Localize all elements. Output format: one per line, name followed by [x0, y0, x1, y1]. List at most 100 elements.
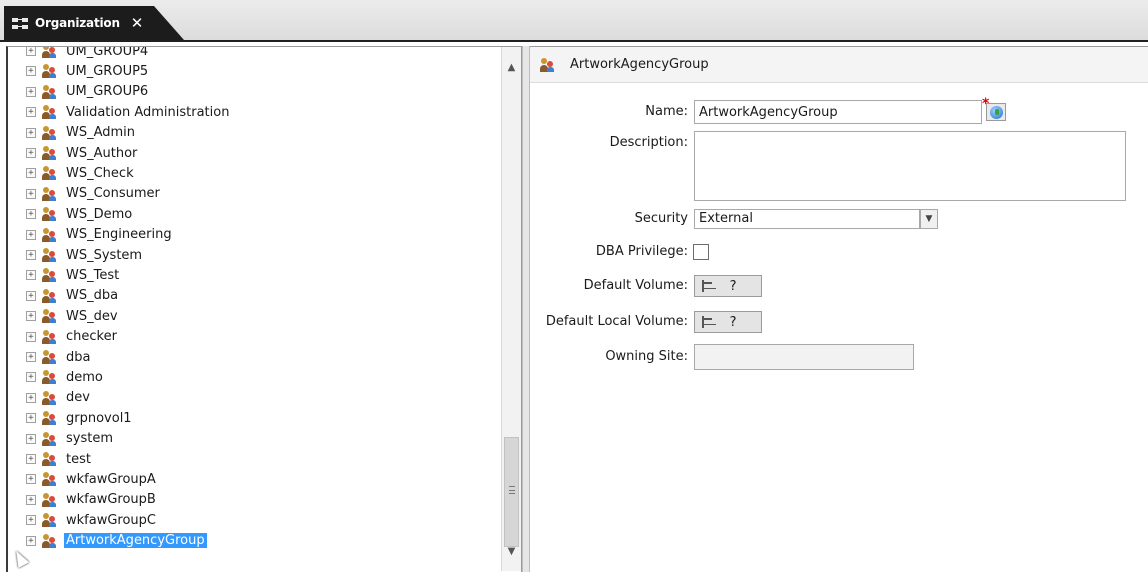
default-local-volume-label: Default Local Volume:	[545, 314, 688, 329]
tree-item[interactable]: + UM_GROUP5	[26, 61, 150, 81]
expand-icon[interactable]: +	[26, 494, 36, 505]
name-input[interactable]	[694, 100, 982, 124]
expand-icon[interactable]: +	[26, 474, 36, 485]
expand-icon[interactable]: +	[26, 209, 36, 220]
group-icon	[42, 64, 56, 79]
tree-item[interactable]: + WS_Author	[26, 143, 139, 163]
tree-item[interactable]: + ArtworkAgencyGroup	[26, 531, 207, 551]
default-volume-button[interactable]: ?	[694, 275, 762, 297]
form-title: ArtworkAgencyGroup	[570, 57, 709, 72]
expand-icon[interactable]: +	[26, 311, 36, 322]
expand-icon[interactable]: +	[26, 127, 36, 138]
group-icon	[42, 513, 56, 528]
tree-item[interactable]: + wkfawGroupC	[26, 510, 158, 530]
tree-item-label: WS_Test	[66, 267, 120, 283]
tree-item[interactable]: + WS_Engineering	[26, 225, 174, 245]
group-icon	[42, 350, 56, 364]
dba-privilege-checkbox[interactable]	[693, 244, 709, 260]
group-icon	[540, 57, 554, 72]
tree-item[interactable]: + test	[26, 449, 93, 469]
group-icon	[42, 431, 56, 446]
scroll-down-arrow[interactable]: ▼	[502, 543, 521, 561]
tree-item-label: ArtworkAgencyGroup	[64, 533, 207, 549]
group-icon	[42, 452, 56, 466]
tree-item[interactable]: + UM_GROUP4	[26, 47, 150, 61]
expand-icon[interactable]: +	[26, 413, 36, 424]
group-icon	[42, 186, 56, 201]
expand-icon[interactable]: +	[26, 352, 36, 362]
tree-item[interactable]: + demo	[26, 367, 105, 387]
tree-item[interactable]: + WS_dba	[26, 286, 120, 306]
expand-icon[interactable]: +	[26, 270, 36, 281]
description-textarea[interactable]	[694, 131, 1126, 201]
tree-item[interactable]: + WS_System	[26, 245, 144, 265]
tab-organization[interactable]: Organization ✕	[4, 6, 184, 40]
globe-icon	[990, 106, 1003, 119]
description-label: Description:	[609, 135, 688, 150]
group-icon	[42, 268, 56, 283]
dba-privilege-label: DBA Privilege:	[595, 244, 688, 259]
close-icon[interactable]: ✕	[131, 14, 144, 32]
default-local-volume-button[interactable]: ?	[694, 311, 762, 333]
tree-item-label: UM_GROUP5	[66, 63, 149, 79]
expand-icon[interactable]: +	[26, 433, 36, 444]
tree-item-label: dev	[66, 390, 90, 406]
expand-icon[interactable]: +	[26, 515, 36, 526]
expand-icon[interactable]: +	[26, 229, 36, 240]
expand-icon[interactable]: +	[26, 290, 36, 301]
expand-icon[interactable]: +	[26, 372, 36, 383]
scroll-up-arrow[interactable]: ▲	[502, 59, 521, 77]
expand-icon[interactable]: +	[26, 148, 36, 158]
security-select[interactable]: External	[694, 209, 920, 229]
expand-icon[interactable]: +	[26, 47, 36, 56]
tree-item-label: WS_dba	[66, 288, 119, 304]
name-label: Name:	[645, 104, 688, 119]
tree-item[interactable]: + dba	[26, 347, 92, 367]
tree-item[interactable]: + WS_Demo	[26, 204, 134, 224]
tree-item[interactable]: + Validation Administration	[26, 102, 231, 122]
expand-icon[interactable]: +	[26, 168, 36, 179]
tree-item-label: WS_Consumer	[66, 186, 160, 202]
expand-icon[interactable]: +	[26, 392, 36, 403]
tree-item[interactable]: + WS_dev	[26, 306, 120, 326]
tree-item-label: demo	[66, 369, 103, 385]
pane-splitter[interactable]	[522, 46, 530, 572]
tab-title: Organization	[35, 16, 120, 30]
scroll-thumb[interactable]	[504, 437, 519, 547]
group-icon	[42, 207, 56, 222]
tree-item[interactable]: + system	[26, 429, 115, 449]
expand-icon[interactable]: +	[26, 107, 36, 118]
expand-icon[interactable]: +	[26, 454, 36, 464]
expand-icon[interactable]: +	[26, 250, 36, 260]
group-icon	[42, 125, 56, 140]
tree-item-label: WS_Demo	[66, 206, 133, 222]
expand-icon[interactable]: +	[26, 331, 36, 342]
group-icon	[42, 329, 56, 344]
localize-button[interactable]	[986, 103, 1006, 121]
tree-item-label: WS_Check	[66, 165, 134, 181]
group-icon	[42, 84, 56, 99]
tree-item[interactable]: + WS_Consumer	[26, 184, 162, 204]
tree-item[interactable]: + grpnovol1	[26, 408, 134, 428]
tree-item[interactable]: + WS_Admin	[26, 123, 137, 143]
tree-item[interactable]: + wkfawGroupB	[26, 490, 158, 510]
tree-item[interactable]: + WS_Check	[26, 163, 136, 183]
group-icon	[42, 370, 56, 385]
expand-icon[interactable]: +	[26, 535, 36, 546]
group-icon	[42, 533, 56, 548]
default-volume-label: Default Volume:	[583, 278, 688, 293]
tree-item[interactable]: + checker	[26, 327, 119, 347]
tree-item-label: UM_GROUP4	[66, 47, 149, 59]
tree-scrollbar[interactable]: ▲ ▼	[501, 47, 521, 571]
tree-item[interactable]: + WS_Test	[26, 265, 121, 285]
group-icon	[42, 47, 56, 58]
security-dropdown-button[interactable]: ▼	[920, 209, 938, 229]
group-tree-pane: + UM_GROUP4 + UM_GROUP5 + UM_GROUP6 + Validatio…	[6, 46, 522, 572]
tree-item[interactable]: + UM_GROUP6	[26, 82, 150, 102]
default-local-volume-value: ?	[729, 314, 737, 330]
tree-item[interactable]: + wkfawGroupA	[26, 469, 158, 489]
expand-icon[interactable]: +	[26, 86, 36, 97]
expand-icon[interactable]: +	[26, 188, 36, 199]
expand-icon[interactable]: +	[26, 66, 36, 77]
tree-item[interactable]: + dev	[26, 388, 92, 408]
